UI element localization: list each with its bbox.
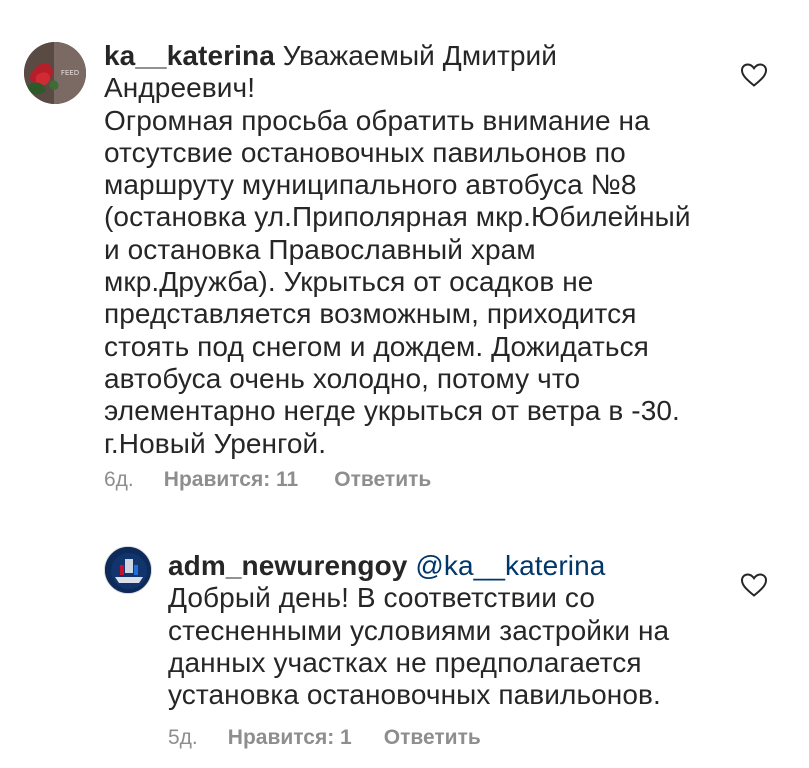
comment-meta: 5д. Нравится: 1 Ответить [168,726,481,750]
comment-username[interactable]: ka__katerina [104,40,275,71]
likes-count[interactable]: Нравится: 1 [228,726,352,750]
comment-time[interactable]: 6д. [104,468,134,492]
reply-button[interactable]: Ответить [334,468,431,492]
avatar-caption: FEED [61,69,79,77]
comment-meta: 6д. Нравится: 11 Ответить [104,468,431,492]
comment-body: Огромная просьба обратить внимание на от… [104,104,691,459]
likes-count[interactable]: Нравится: 11 [164,468,298,492]
comment-time[interactable]: 5д. [168,726,198,750]
comment-username[interactable]: adm_newurengoy [168,550,407,581]
comment-body: Добрый день! В соответствии со стесненны… [168,582,670,711]
avatar[interactable]: FEED [24,42,86,104]
avatar-image: FEED [24,42,86,104]
avatar[interactable] [104,546,152,594]
heart-icon[interactable] [740,62,768,88]
reply-text: adm_newurengoy @ka__katerina Добрый день… [168,550,713,711]
avatar-image [105,547,151,593]
comment-text: ka__katerina Уважаемый Дмитрий Андреевич… [104,40,714,460]
mention-link[interactable]: @ka__katerina [415,550,605,581]
reply-button[interactable]: Ответить [384,726,481,750]
heart-icon[interactable] [740,572,768,598]
